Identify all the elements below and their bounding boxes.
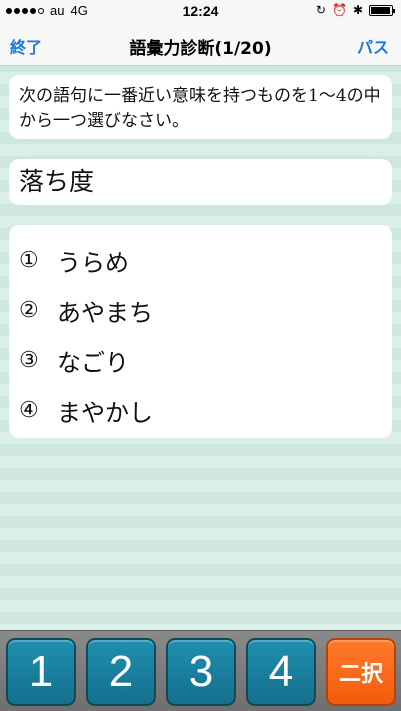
status-bar: au 4G 12:24 ↻ ⏰ ✱ [0,0,401,22]
choices-list: ① うらめ ② あやまち ③ なごり ④ まやかし [9,225,392,438]
question-prompt: 次の語句に一番近い意味を持つものを1〜4の中から一つ選びなさい。 [9,75,392,139]
two-choice-button[interactable]: 二択 [326,638,396,706]
answer-2-button[interactable]: 2 [86,638,156,706]
battery-level [371,6,390,14]
choice-3: ③ なごり [19,335,382,385]
answer-4-button[interactable]: 4 [246,638,316,706]
choice-1: ① うらめ [19,235,382,285]
choice-number: ① [19,247,39,273]
choice-2: ② あやまち [19,285,382,335]
choice-number: ② [19,297,39,323]
answer-1-button[interactable]: 1 [6,638,76,706]
pass-button[interactable]: パス [357,34,389,58]
answer-bar: 1 2 3 4 二択 [0,630,401,711]
status-right: ↻ ⏰ ✱ [315,3,395,17]
choice-text: まやかし [57,398,153,427]
orientation-lock-icon: ↻ [315,3,326,17]
alarm-icon: ⏰ [331,3,347,17]
battery-icon [369,4,395,16]
page-title: 語彙力診断(1/20) [129,39,272,59]
choice-number: ③ [19,347,39,373]
nav-bar: 終了 語彙力診断(1/20) パス [0,22,401,66]
choice-text: うらめ [57,248,129,277]
bluetooth-icon: ✱ [352,3,363,17]
choice-4: ④ まやかし [19,385,382,435]
choice-text: あやまち [57,298,153,327]
question-word: 落ち度 [9,159,392,205]
answer-3-button[interactable]: 3 [166,638,236,706]
choice-number: ④ [19,397,39,423]
choice-text: なごり [57,348,129,377]
